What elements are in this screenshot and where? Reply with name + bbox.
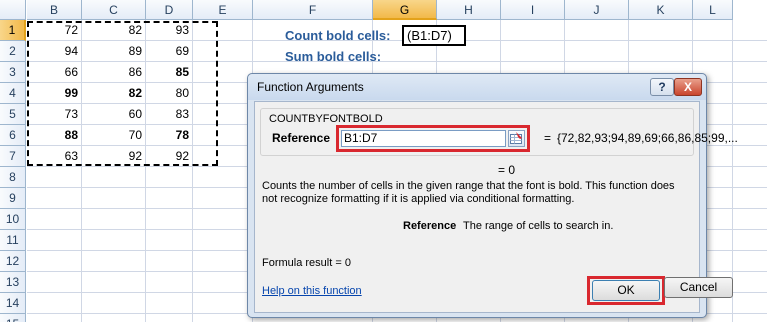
row-header-1[interactable]: 1 (0, 20, 26, 41)
dialog-body: COUNTBYFONTBOLD Reference B1:D7 = {72,82… (254, 101, 738, 313)
cell-f1-count-bold-label[interactable]: Count bold cells: (285, 28, 390, 43)
row-header-15[interactable]: 15 (0, 314, 26, 322)
cell-f2-sum-bold-label[interactable]: Sum bold cells: (285, 49, 381, 64)
column-header-b[interactable]: B (27, 0, 82, 20)
close-button[interactable]: X (674, 78, 702, 96)
cell-g1-active[interactable]: (B1:D7) (402, 25, 466, 46)
collapse-dialog-button[interactable] (508, 130, 525, 147)
column-header-k[interactable]: K (629, 0, 693, 20)
ok-button-highlight: OK (587, 276, 665, 305)
row-header-4[interactable]: 4 (0, 83, 26, 104)
row-header-9[interactable]: 9 (0, 188, 26, 209)
ok-button[interactable]: OK (592, 280, 660, 301)
row-header-2[interactable]: 2 (0, 41, 26, 62)
help-button[interactable]: ? (650, 78, 674, 96)
row-header-8[interactable]: 8 (0, 167, 26, 188)
column-header-i[interactable]: I (501, 0, 565, 20)
row-header-14[interactable]: 14 (0, 293, 26, 314)
close-icon: X (683, 80, 692, 94)
function-description: Counts the number of cells in the given … (262, 180, 675, 205)
argument-description-text: The range of cells to search in. (463, 220, 614, 232)
column-header-h[interactable]: H (437, 0, 501, 20)
row-header-12[interactable]: 12 (0, 251, 26, 272)
row-header-7[interactable]: 7 (0, 146, 26, 167)
select-all-corner[interactable] (0, 0, 26, 20)
row-header-10[interactable]: 10 (0, 209, 26, 230)
column-header-d[interactable]: D (146, 0, 193, 20)
column-header-e[interactable]: E (193, 0, 253, 20)
column-header-j[interactable]: J (565, 0, 629, 20)
reference-label: Reference (272, 131, 331, 145)
argument-preview: {72,82,93;94,89,69;66,86,85;99,... (557, 131, 738, 145)
copy-marquee-b1-d7 (27, 21, 218, 166)
dialog-title: Function Arguments (257, 80, 364, 94)
reference-input-highlight: B1:D7 (336, 125, 530, 152)
column-header-f[interactable]: F (253, 0, 373, 20)
cancel-button-visible[interactable]: Cancel (664, 277, 733, 298)
help-on-function-link[interactable]: Help on this function (262, 285, 362, 297)
row-header-6[interactable]: 6 (0, 125, 26, 146)
function-group-box: COUNTBYFONTBOLD Reference B1:D7 = {72,82… (260, 108, 738, 156)
dialog-titlebar[interactable]: Function Arguments ? X (248, 74, 706, 100)
gridline (732, 20, 733, 322)
function-result-preview: = 0 (498, 163, 516, 177)
argument-description-label: Reference (403, 220, 457, 232)
function-arguments-dialog[interactable]: Function Arguments ? X COUNTBYFONTBOLD R… (247, 73, 738, 318)
row-header-13[interactable]: 13 (0, 272, 26, 293)
column-header-l[interactable]: L (693, 0, 733, 20)
row-header-5[interactable]: 5 (0, 104, 26, 125)
function-name: COUNTBYFONTBOLD (267, 113, 385, 125)
formula-result: Formula result = 0 (262, 257, 351, 269)
range-select-icon (510, 132, 522, 144)
row-header-3[interactable]: 3 (0, 62, 26, 83)
reference-input[interactable]: B1:D7 (341, 130, 506, 147)
preview-equals: = (544, 131, 552, 145)
column-header-c[interactable]: C (82, 0, 146, 20)
column-header-g[interactable]: G (373, 0, 437, 20)
row-header-11[interactable]: 11 (0, 230, 26, 251)
